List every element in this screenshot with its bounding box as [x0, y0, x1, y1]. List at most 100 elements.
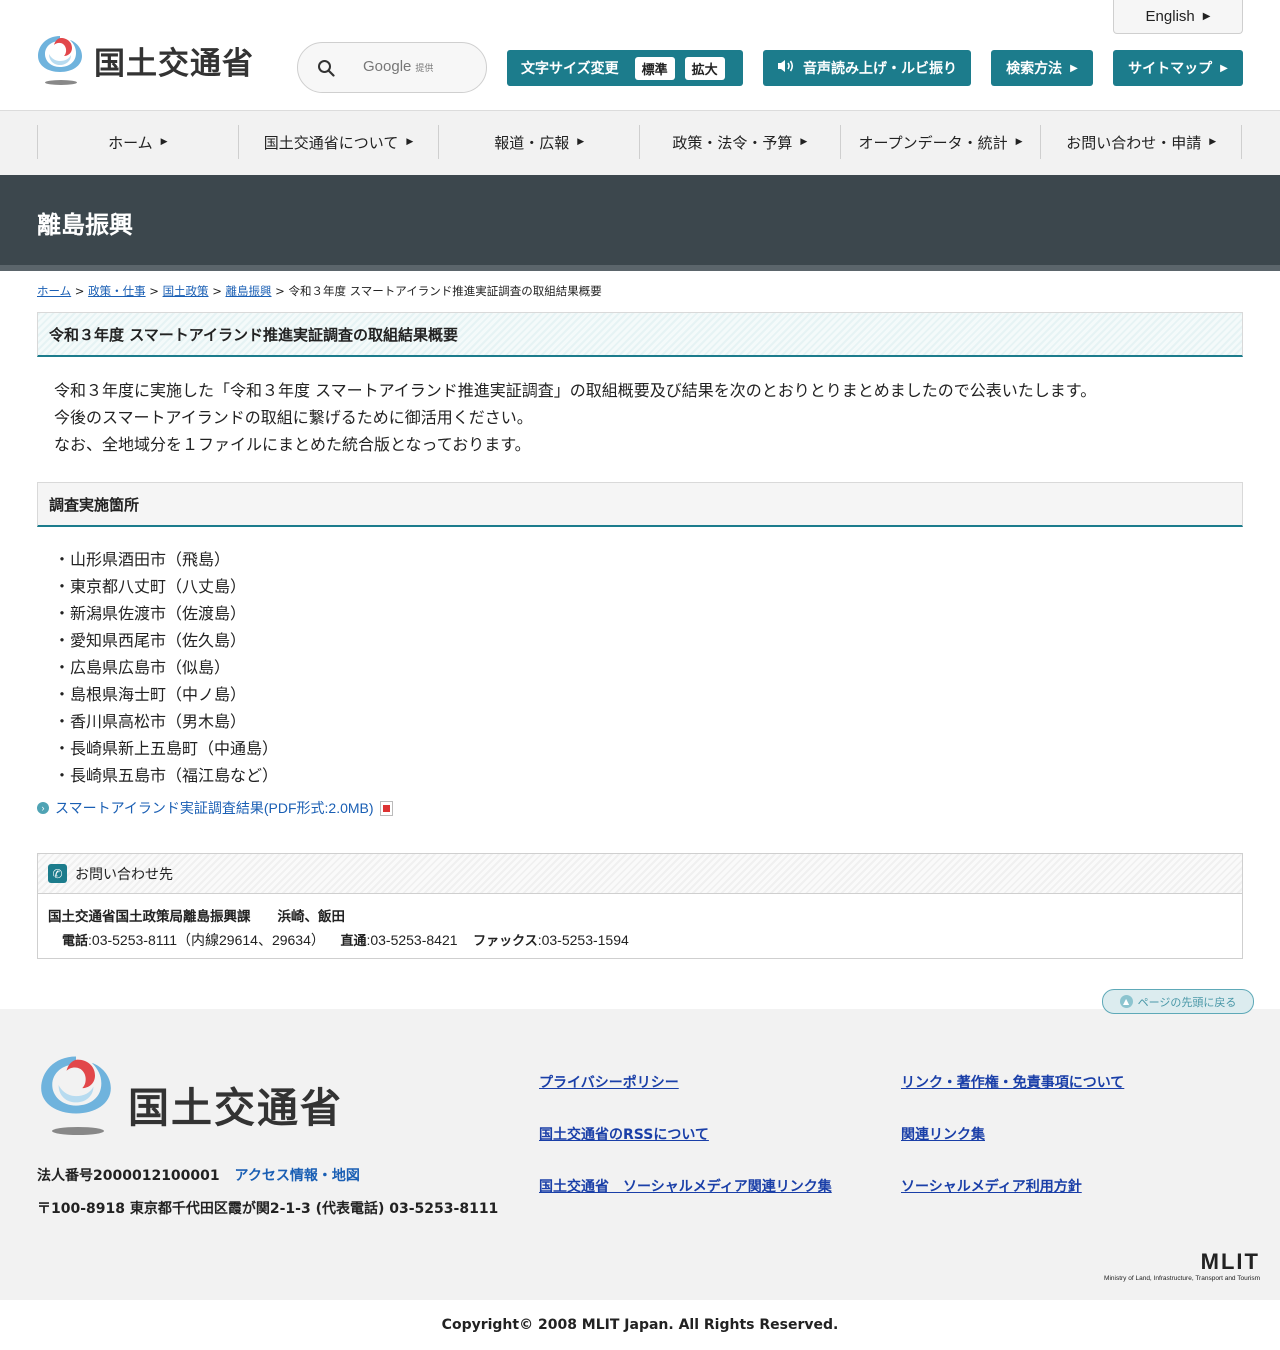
breadcrumb: ホーム > 政策・仕事 > 国土政策 > 離島振興 > 令和３年度 スマートアイ… [37, 284, 602, 298]
copyright-disclaimer-link[interactable]: リンク・著作権・免責事項について [901, 1072, 1124, 1092]
arrow-right-icon: ▶ [160, 137, 168, 147]
breadcrumb-remote-islands[interactable]: 離島振興 [226, 284, 272, 298]
page-top-button[interactable]: ▲ ページの先頭に戻る [1102, 989, 1254, 1014]
mlit-logo-text: MLIT [1200, 1249, 1260, 1274]
search-icon[interactable] [298, 59, 354, 77]
page-top-label: ページの先頭に戻る [1137, 995, 1237, 1009]
breadcrumb-policy[interactable]: 政策・仕事 [88, 284, 146, 298]
font-size-standard-button[interactable]: 標準 [634, 56, 675, 80]
voice-label: 音声読み上げ・ルビ振り [803, 61, 957, 77]
nav-label: 報道・広報 [494, 133, 570, 152]
arrow-up-icon: ▲ [1119, 995, 1133, 1008]
nav-label: お問い合わせ・申請 [1066, 133, 1202, 152]
voice-button[interactable]: 音声読み上げ・ルビ振り [763, 50, 971, 86]
breadcrumb-national-land[interactable]: 国土政策 [163, 284, 209, 298]
nav-item-about[interactable]: 国土交通省について ▶ [239, 125, 440, 159]
global-nav: ホーム ▶ 国土交通省について ▶ 報道・広報 ▶ 政策・法令・予算 ▶ オープンデータ… [0, 111, 1280, 175]
arrow-right-icon: ▶ [1015, 137, 1023, 147]
intro-line: 今後のスマートアイランドの取組に繋げるために御活用ください。 [54, 408, 533, 427]
contact-org: 国土交通省国土政策局離島振興課 浜崎、飯田 [48, 909, 345, 925]
search-placeholder: Google 提供 [363, 58, 434, 75]
pdf-link[interactable]: スマートアイランド実証調査結果(PDF形式:2.0MB) [55, 798, 374, 818]
intro-line: 令和３年度に実施した「令和３年度 スマートアイランド推進実証調査」の取組概要及び… [54, 381, 1097, 400]
mlit-full-name: Ministry of Land, Infrastructure, Transp… [1104, 1275, 1260, 1282]
list-item: ・長崎県新上五島町（中通島） [54, 739, 279, 758]
contact-box: ✆ お問い合わせ先 国土交通省国土政策局離島振興課 浜崎、飯田 電話:03-52… [37, 853, 1243, 959]
social-media-links-link[interactable]: 国土交通省 ソーシャルメディア関連リンク集 [539, 1176, 832, 1196]
site-footer: 国土交通省 法人番号2000012100001 アクセス情報・地図 〒100-8… [0, 1009, 1280, 1300]
speaker-icon [777, 59, 795, 77]
nav-label: ホーム [108, 133, 153, 152]
english-link[interactable]: English ▶ [1113, 0, 1243, 34]
mlit-emblem-icon [38, 1052, 114, 1136]
privacy-policy-link[interactable]: プライバシーポリシー [539, 1072, 679, 1092]
arrow-right-icon: ▶ [1220, 62, 1228, 74]
footer-logo-text: 国土交通省 [128, 1084, 343, 1132]
font-size-large-button[interactable]: 拡大 [684, 56, 725, 80]
font-size-control: 文字サイズ変更 標準 拡大 [507, 50, 743, 86]
nav-label: 政策・法令・予算 [672, 133, 793, 152]
corp-number: 法人番号2000012100001 [37, 1168, 220, 1184]
sites-heading: 調査実施箇所 [37, 482, 1243, 527]
fax-label: ファックス [473, 934, 538, 949]
arrow-right-icon: ▶ [800, 137, 808, 147]
intro-line: なお、全地域分を１ファイルにまとめた統合版となっております。 [54, 435, 531, 454]
direct-label: 直通 [340, 934, 367, 949]
arrow-right-icon: ▶ [1209, 137, 1217, 147]
nav-item-policy[interactable]: 政策・法令・予算 ▶ [640, 125, 841, 159]
pdf-icon [379, 800, 393, 816]
fax-value: :03-5253-1594 [537, 932, 629, 948]
search-method-button[interactable]: 検索方法 ▶ [991, 50, 1093, 86]
nav-label: オープンデータ・統計 [858, 133, 1008, 152]
arrow-right-icon: ▶ [406, 137, 414, 147]
contact-heading: お問い合わせ先 [75, 866, 173, 883]
chevron-right-icon: › [37, 802, 49, 814]
site-header: 国土交通省 Google 提供 English ▶ 文字サイズ変更 標準 拡大 音… [0, 0, 1280, 111]
page-title: 令和３年度 スマートアイランド推進実証調査の取組結果概要 [37, 312, 1243, 357]
copyright: Copyright© 2008 MLIT Japan. All Rights R… [0, 1300, 1280, 1350]
arrow-right-icon: ▶ [1070, 62, 1078, 74]
list-item: ・東京都八丈町（八丈島） [54, 577, 247, 596]
sitemap-button[interactable]: サイトマップ ▶ [1113, 50, 1243, 86]
logo-text: 国土交通省 [94, 46, 254, 82]
nav-item-opendata[interactable]: オープンデータ・統計 ▶ [841, 125, 1042, 159]
nav-item-home[interactable]: ホーム ▶ [38, 125, 239, 159]
sites-list: ・山形県酒田市（飛島） ・東京都八丈町（八丈島） ・新潟県佐渡市（佐渡島） ・愛… [54, 546, 278, 789]
contact-header: ✆ お問い合わせ先 [38, 854, 1242, 894]
footer-logo[interactable]: 国土交通省 [38, 1052, 343, 1136]
english-label: English [1145, 8, 1195, 25]
list-item: ・愛知県西尾市（佐久島） [54, 631, 247, 650]
direct-value: :03-5253-8421 [366, 932, 458, 948]
tel-label: 電話 [62, 934, 89, 949]
list-item: ・香川県高松市（男木島） [54, 712, 247, 731]
breadcrumb-home[interactable]: ホーム [37, 284, 71, 298]
font-size-label: 文字サイズ変更 [521, 61, 619, 77]
list-item: ・広島県広島市（似島） [54, 658, 231, 677]
section-title-band: 離島振興 [0, 175, 1280, 271]
rss-link[interactable]: 国土交通省のRSSについて [539, 1124, 709, 1144]
section-title: 離島振興 [37, 211, 133, 239]
social-media-policy-link[interactable]: ソーシャルメディア利用方針 [901, 1176, 1082, 1196]
nav-label: 国土交通省について [263, 133, 399, 152]
mlit-logo[interactable]: 国土交通省 [36, 34, 266, 88]
search-method-label: 検索方法 [1006, 61, 1063, 77]
mlit-emblem-icon [36, 34, 84, 86]
site-search[interactable]: Google 提供 [297, 42, 487, 93]
contact-phones: 電話:03-5253-8111（内線29614、29634） 直通:03-525… [48, 929, 1232, 953]
address: 〒100-8918 東京都千代田区霞が関2-1-3 (代表電話) 03-5253… [37, 1201, 499, 1217]
list-item: ・山形県酒田市（飛島） [54, 550, 231, 569]
list-item: ・島根県海士町（中ノ島） [54, 685, 247, 704]
tel-value: :03-5253-8111（内線29614、29634） [88, 932, 325, 948]
intro-text: 令和３年度に実施した「令和３年度 スマートアイランド推進実証調査」の取組概要及び… [54, 377, 1096, 458]
related-links-link[interactable]: 関連リンク集 [901, 1124, 985, 1144]
pdf-download: › スマートアイランド実証調査結果(PDF形式:2.0MB) [37, 798, 393, 818]
list-item: ・長崎県五島市（福江島など） [54, 766, 279, 785]
mlit-wordmark: MLIT Ministry of Land, Infrastructure, T… [1100, 1249, 1260, 1282]
breadcrumb-current: 令和３年度 スマートアイランド推進実証調査の取組結果概要 [288, 284, 602, 298]
phone-icon: ✆ [48, 864, 67, 883]
sitemap-label: サイトマップ [1128, 61, 1213, 77]
nav-item-press[interactable]: 報道・広報 ▶ [439, 125, 641, 159]
access-link[interactable]: アクセス情報・地図 [235, 1168, 360, 1184]
nav-item-contact[interactable]: お問い合わせ・申請 ▶ [1041, 125, 1243, 159]
contact-body: 国土交通省国土政策局離島振興課 浜崎、飯田 電話:03-5253-8111（内線… [38, 894, 1242, 965]
